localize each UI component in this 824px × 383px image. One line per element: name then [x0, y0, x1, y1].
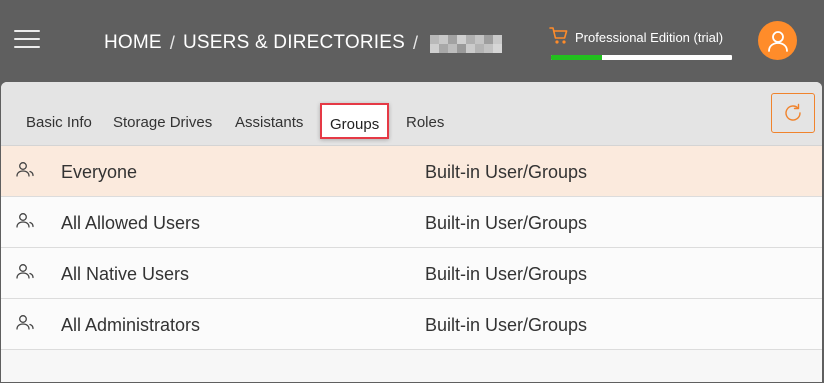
user-avatar[interactable]	[758, 21, 797, 60]
refresh-icon	[785, 103, 801, 121]
group-name: All Allowed Users	[61, 213, 201, 233]
breadcrumb-users-directories[interactable]: USERS & DIRECTORIES	[183, 32, 405, 54]
group-type: Built-in User/Groups	[425, 264, 588, 284]
breadcrumb-separator: /	[413, 32, 419, 53]
group-type: Built-in User/Groups	[425, 213, 588, 233]
tab-roles[interactable]: Roles	[406, 114, 444, 131]
group-row[interactable]: All Administrators Built-in User/Groups	[1, 299, 822, 350]
cart-icon	[549, 27, 568, 44]
tab-assistants[interactable]: Assistants	[235, 114, 303, 131]
tab-groups[interactable]: Groups	[320, 103, 390, 139]
group-icon	[15, 212, 35, 230]
tab-storage-drives[interactable]: Storage Drives	[113, 114, 212, 131]
breadcrumb-home[interactable]: HOME	[104, 32, 162, 54]
top-header: HOME / USERS & DIRECTORIES / Professiona…	[0, 0, 824, 82]
groups-list: Everyone Built-in User/Groups All Allowed …	[1, 146, 822, 350]
group-row[interactable]: Everyone Built-in User/Groups	[1, 146, 822, 197]
group-name: Everyone	[61, 162, 138, 182]
group-icon	[15, 161, 35, 179]
group-icon	[15, 263, 35, 281]
group-row[interactable]: All Allowed Users Built-in User/Groups	[1, 197, 822, 248]
group-name: All Native Users	[61, 264, 190, 284]
refresh-button[interactable]	[771, 93, 815, 133]
user-detail-panel: Basic Info Storage Drives Assistants Gro…	[1, 82, 822, 382]
tab-bar: Basic Info Storage Drives Assistants Gro…	[1, 82, 822, 146]
tab-basic-info[interactable]: Basic Info	[26, 114, 92, 131]
redacted-user-name	[430, 35, 503, 53]
trial-progress-bar	[551, 55, 732, 60]
breadcrumb-separator: /	[169, 32, 176, 53]
breadcrumb: HOME / USERS & DIRECTORIES /	[104, 30, 503, 56]
edition-status[interactable]: Professional Edition (trial)	[549, 24, 733, 64]
user-icon	[767, 30, 788, 52]
group-name: All Administrators	[61, 315, 201, 335]
trial-progress-fill	[551, 55, 602, 60]
hamburger-menu-icon[interactable]	[14, 30, 40, 50]
group-type: Built-in User/Groups	[425, 162, 588, 182]
group-type: Built-in User/Groups	[425, 315, 588, 335]
group-icon	[15, 314, 35, 332]
group-row[interactable]: All Native Users Built-in User/Groups	[1, 248, 822, 299]
edition-label: Professional Edition (trial)	[575, 30, 724, 45]
